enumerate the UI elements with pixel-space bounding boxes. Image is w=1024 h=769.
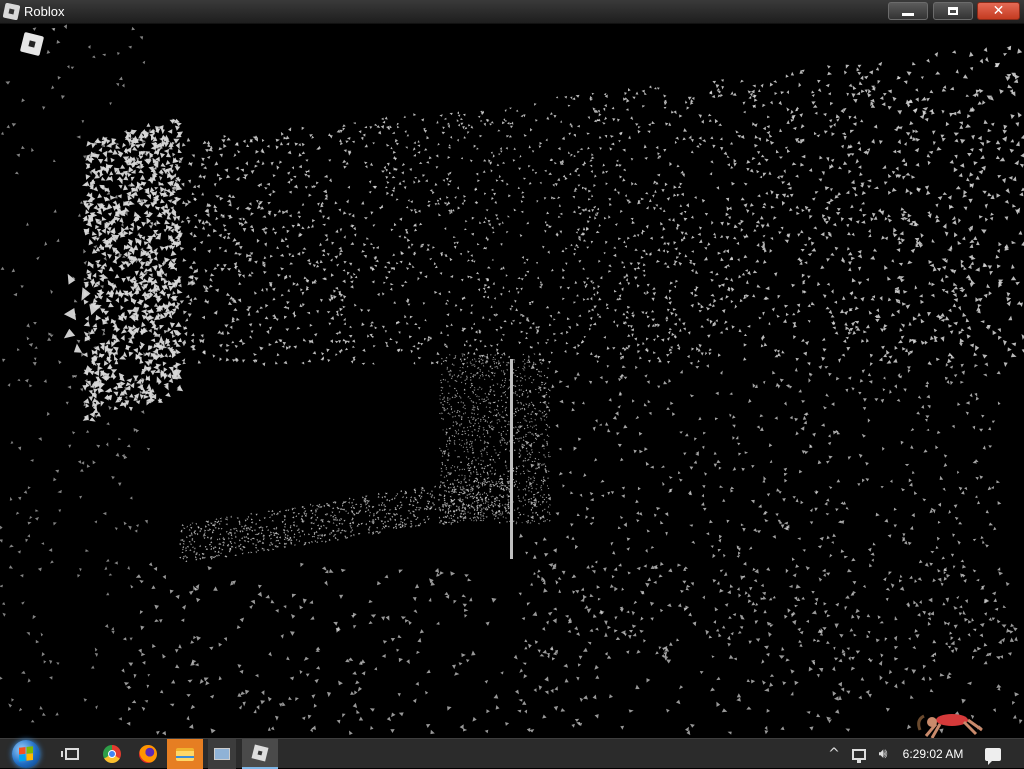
action-center-icon xyxy=(985,748,1001,761)
roblox-logo-icon xyxy=(20,32,44,56)
game-viewport[interactable] xyxy=(0,24,1024,738)
taskbar-chrome[interactable] xyxy=(98,739,126,769)
taskbar-clock[interactable]: 6:29:02 AM xyxy=(900,739,966,769)
particle-scene xyxy=(0,24,1024,738)
start-button[interactable] xyxy=(6,739,46,769)
clock-time: 6:29:02 AM xyxy=(903,747,964,761)
chrome-icon xyxy=(103,745,121,763)
show-hidden-icons-button[interactable]: ^ xyxy=(824,739,844,769)
window-title-bar[interactable]: Roblox ✕ xyxy=(0,0,1024,24)
task-view-icon xyxy=(65,748,79,760)
network-button[interactable] xyxy=(848,739,870,769)
taskbar-file-explorer[interactable] xyxy=(167,739,203,769)
minimize-icon xyxy=(902,13,914,16)
chevron-up-icon: ^ xyxy=(828,746,840,762)
roblox-app-icon xyxy=(3,3,21,21)
firefox-icon xyxy=(139,745,157,763)
window-title: Roblox xyxy=(24,4,64,19)
close-icon: ✕ xyxy=(993,4,1005,18)
taskbar: ^ 🔊︎ 6:29:02 AM xyxy=(0,738,1024,768)
folder-icon xyxy=(176,748,194,761)
maximize-icon xyxy=(948,7,958,15)
maximize-button[interactable] xyxy=(933,2,973,20)
character-figure xyxy=(906,700,990,740)
minimize-button[interactable] xyxy=(888,2,928,20)
volume-button[interactable]: 🔊︎ xyxy=(872,739,894,769)
taskbar-roblox[interactable] xyxy=(242,739,278,769)
scene-pole xyxy=(510,359,513,559)
action-center-button[interactable] xyxy=(978,739,1008,769)
task-view-button[interactable] xyxy=(58,739,86,769)
close-button[interactable]: ✕ xyxy=(977,2,1020,20)
speaker-icon: 🔊︎ xyxy=(879,746,888,762)
taskbar-firefox[interactable] xyxy=(134,739,162,769)
roblox-menu-button[interactable] xyxy=(20,32,44,56)
roblox-icon xyxy=(252,745,269,762)
windows-logo-icon xyxy=(12,740,40,768)
network-icon xyxy=(852,749,866,760)
computer-icon xyxy=(214,748,230,760)
taskbar-this-pc[interactable] xyxy=(208,739,236,769)
